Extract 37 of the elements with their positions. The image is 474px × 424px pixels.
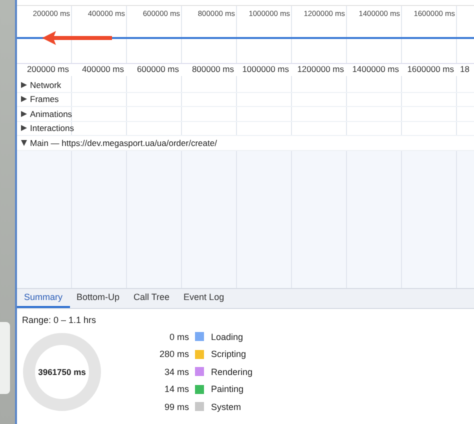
- category-label: Loading: [211, 332, 244, 342]
- total-time: 3961750 ms: [38, 366, 86, 376]
- tick-label: 600000 ms: [136, 64, 179, 74]
- tab[interactable]: Call Tree: [126, 288, 177, 308]
- time-value: 0 ms: [168, 332, 189, 342]
- track-label[interactable]: Animations: [30, 108, 72, 119]
- tick-label: 800000 ms: [192, 64, 234, 74]
- category-label: Painting: [211, 384, 245, 394]
- time-value: 280 ms: [158, 349, 189, 359]
- tab[interactable]: Bottom-Up: [70, 288, 127, 308]
- expand-icon[interactable]: [21, 110, 27, 117]
- time-value: 34 ms: [163, 366, 189, 376]
- expand-icon[interactable]: [21, 125, 27, 132]
- track-label[interactable]: Frames: [30, 94, 59, 104]
- category-label: System: [211, 402, 242, 412]
- time-value: 14 ms: [163, 384, 189, 394]
- tick-label: 1600000 ms: [407, 64, 454, 74]
- range-text: Range: 0 – 1.1 hrs: [22, 314, 98, 324]
- tick-label: 400000 ms: [82, 64, 124, 74]
- tick-label: 1400000 ms: [352, 64, 399, 74]
- track-label[interactable]: Network: [30, 80, 62, 90]
- card-background: [0, 322, 10, 394]
- tick-label: 18: [460, 64, 470, 74]
- expand-icon[interactable]: [21, 82, 27, 88]
- tick-label: 1200000 ms: [297, 64, 344, 74]
- category-label: Rendering: [211, 366, 253, 376]
- tab[interactable]: Event Log: [176, 288, 232, 308]
- expand-icon[interactable]: [21, 96, 27, 102]
- annotation-arrow: [42, 31, 114, 45]
- track-label[interactable]: Interactions: [30, 123, 74, 134]
- tick-label: 200000 ms: [26, 64, 69, 74]
- tab[interactable]: Summary: [17, 288, 70, 308]
- expand-icon[interactable]: [21, 140, 27, 146]
- category-label: Scripting: [211, 349, 248, 359]
- track-label[interactable]: Main — https://dev.megasport.ua/ua/order/create/: [30, 138, 217, 148]
- tick-label: 1000000 ms: [242, 64, 289, 74]
- time-value: 99 ms: [163, 402, 189, 412]
